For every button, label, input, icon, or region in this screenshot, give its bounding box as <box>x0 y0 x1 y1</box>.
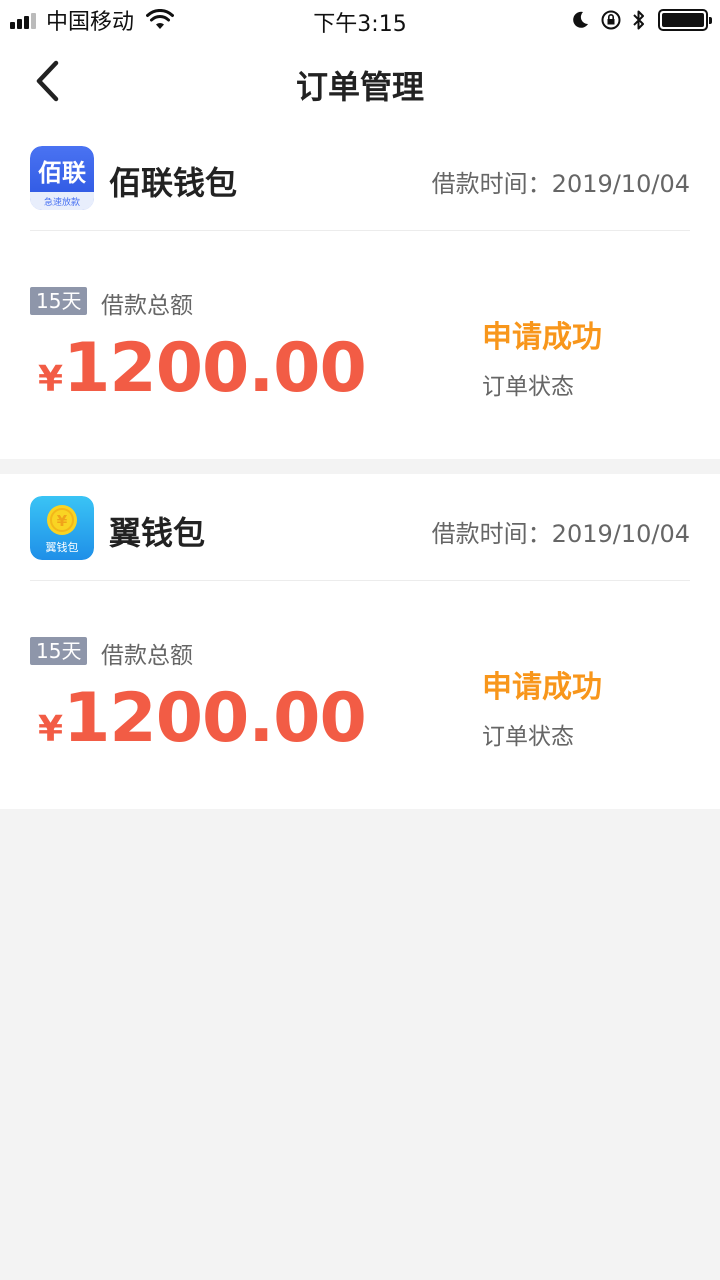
order-header: ¥ 翼钱包 翼钱包 借款时间：2019/10/04 <box>30 496 690 560</box>
amount-label: 借款总额 <box>101 293 193 319</box>
bluetooth-icon <box>633 10 644 30</box>
divider <box>30 580 690 581</box>
currency-symbol: ¥ <box>38 359 64 400</box>
loan-time: 借款时间：2019/10/04 <box>431 170 690 198</box>
app-logo-subtext: 急速放款 <box>44 196 80 208</box>
moon-icon <box>573 11 588 28</box>
loan-amount: ¥1200.00 <box>38 679 367 758</box>
app-name: 佰联钱包 <box>109 164 238 202</box>
divider <box>30 230 690 231</box>
app-logo: ¥ 翼钱包 <box>30 496 94 560</box>
nav-bar: 订单管理 <box>0 40 720 124</box>
order-status-label: 订单状态 <box>482 724 574 750</box>
rotation-lock-icon <box>601 10 621 30</box>
amount-value: 1200.00 <box>63 329 367 408</box>
app-logo: 佰联 急速放款 <box>30 146 94 210</box>
coin-symbol: ¥ <box>57 512 68 530</box>
loan-amount: ¥1200.00 <box>38 329 367 408</box>
status-right <box>560 7 712 33</box>
currency-symbol: ¥ <box>38 709 64 750</box>
page-title: 订单管理 <box>295 68 424 106</box>
order-card[interactable]: ¥ 翼钱包 翼钱包 借款时间：2019/10/04 15天 借款总额 ¥1200… <box>0 474 720 809</box>
amount-value: 1200.00 <box>63 679 367 758</box>
status-bar: 中国移动 下午3:15 <box>0 0 720 40</box>
loan-time: 借款时间：2019/10/04 <box>431 520 690 548</box>
order-status: 申请成功 <box>482 320 602 355</box>
app-logo-text: 翼钱包 <box>46 540 79 554</box>
order-status-label: 订单状态 <box>482 374 574 400</box>
battery-icon <box>658 9 712 31</box>
app-name: 翼钱包 <box>109 514 206 552</box>
order-status: 申请成功 <box>482 670 602 705</box>
term-badge: 15天 <box>30 287 88 315</box>
amount-label: 借款总额 <box>101 643 193 669</box>
app-logo-text: 佰联 <box>38 159 86 187</box>
order-header: 佰联 急速放款 佰联钱包 借款时间：2019/10/04 <box>30 146 690 210</box>
term-badge: 15天 <box>30 637 88 665</box>
order-card[interactable]: 佰联 急速放款 佰联钱包 借款时间：2019/10/04 15天 借款总额 ¥1… <box>0 124 720 459</box>
